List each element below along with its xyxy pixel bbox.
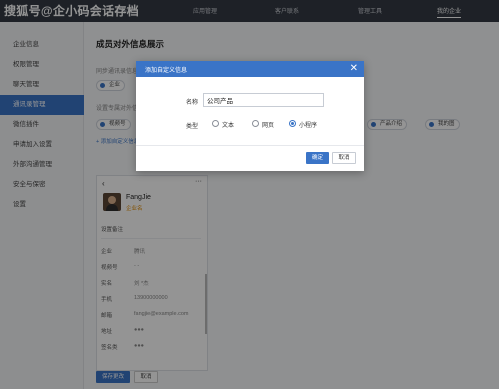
radio-webpage-label: 网页 (262, 123, 275, 129)
confirm-button[interactable]: 确定 (306, 152, 329, 164)
cancel-button[interactable]: 取消 (332, 152, 356, 164)
add-custom-info-dialog: 添加自定义信息 ✕ 名称 类型 文本 网页 小程序 确定 取消 (136, 61, 364, 171)
name-label: 名称 (185, 100, 198, 106)
type-label: 类型 (185, 124, 198, 130)
modal-backdrop (0, 0, 499, 389)
radio-mini-program-label: 小程序 (299, 123, 318, 129)
radio-text-label: 文本 (222, 123, 235, 129)
dialog-header: 添加自定义信息 ✕ (136, 61, 364, 77)
name-input[interactable] (203, 93, 324, 107)
divider (136, 145, 364, 146)
radio-circle (252, 120, 259, 127)
radio-circle (212, 120, 219, 127)
dialog-title: 添加自定义信息 (145, 68, 188, 74)
radio-circle (289, 120, 296, 127)
close-icon[interactable]: ✕ (350, 62, 358, 76)
